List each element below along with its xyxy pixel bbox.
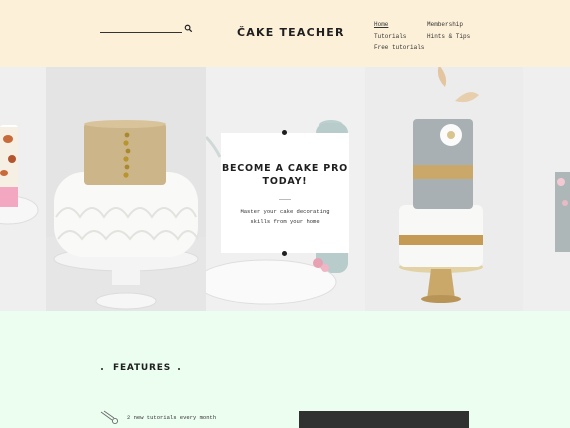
feature-video-thumbnail[interactable] — [299, 411, 469, 428]
nav-free-tutorials[interactable]: Free tutorials — [374, 44, 424, 51]
features-left-dot — [101, 368, 103, 370]
cake-photo-ruffle — [46, 67, 206, 311]
cake-photo-edge — [523, 67, 570, 311]
search-icon[interactable] — [184, 24, 193, 33]
search-bar[interactable] — [100, 22, 193, 34]
nav-tutorials[interactable]: Tutorials — [374, 33, 406, 40]
promo-divider — [279, 199, 291, 200]
feature-item-text: 2 new tutorials every month — [127, 414, 217, 421]
features-title: FEATURES — [113, 363, 171, 373]
promo-card: BECOME A CAKE PRO TODAY! Master your cak… — [221, 133, 349, 253]
nav-hints-tips[interactable]: Hints & Tips — [427, 33, 470, 40]
nav-home[interactable]: Home — [374, 21, 388, 28]
piping-bag-icon — [100, 410, 119, 425]
promo-top-dot — [282, 130, 287, 135]
site-logo[interactable]: ČAKE TEACHER — [237, 26, 345, 39]
promo-title: BECOME A CAKE PRO TODAY! — [221, 163, 349, 187]
features-section: FEATURES 2 new tutorials every month — [0, 311, 570, 428]
cake-photo-leopard — [0, 67, 46, 311]
cake-photo-tiered — [365, 67, 523, 311]
promo-text: Master your cake decorating skills from … — [240, 208, 330, 225]
nav-membership[interactable]: Membership — [427, 21, 463, 28]
promo-bottom-dot — [282, 251, 287, 256]
features-right-dot — [178, 368, 180, 370]
site-header: ČAKE TEACHER Home Membership Tutorials H… — [0, 0, 570, 67]
search-input[interactable] — [100, 22, 180, 32]
search-underline — [100, 32, 182, 33]
